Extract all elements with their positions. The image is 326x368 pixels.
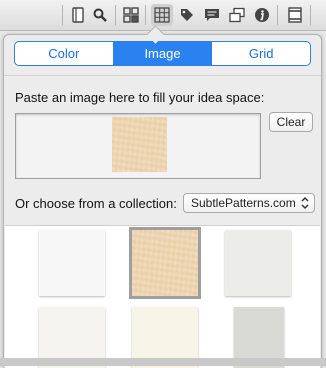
chevron-up-down-icon: [301, 196, 309, 210]
image-drop-well[interactable]: [15, 113, 261, 179]
divider: [4, 75, 321, 76]
collection-label: Or choose from a collection:: [15, 196, 177, 211]
toolbar-separator: [277, 5, 278, 25]
pattern-tile[interactable]: [39, 230, 105, 296]
top-toolbar: [0, 0, 326, 31]
info-icon[interactable]: [251, 4, 273, 26]
paste-image-label: Paste an image here to fill your idea sp…: [15, 90, 265, 105]
collection-select[interactable]: SubtlePatterns.com: [183, 193, 315, 213]
clear-button[interactable]: Clear: [269, 112, 313, 132]
background-popover: Color Image Grid Paste an image here to …: [3, 34, 322, 368]
table-grid-icon[interactable]: [151, 4, 173, 26]
comment-icon[interactable]: [201, 4, 223, 26]
background-type-segmented-control: Color Image Grid: [14, 41, 311, 66]
toolbar-separator: [115, 5, 116, 25]
pattern-tile[interactable]: [225, 230, 291, 296]
pattern-tile-selected[interactable]: [129, 227, 201, 299]
tag-icon[interactable]: [176, 4, 198, 26]
tab-grid[interactable]: Grid: [212, 42, 310, 65]
search-icon[interactable]: [89, 4, 111, 26]
windows-icon[interactable]: [226, 4, 248, 26]
bottom-edge: [0, 358, 326, 366]
tab-color[interactable]: Color: [15, 42, 114, 65]
grid-view-icon[interactable]: [120, 4, 142, 26]
tab-image[interactable]: Image: [113, 42, 213, 65]
inspector-icon[interactable]: [284, 4, 306, 26]
toolbar-separator: [145, 5, 146, 25]
toolbar-separator: [310, 5, 311, 25]
current-image-preview: [112, 117, 167, 172]
document-icon[interactable]: [67, 4, 89, 26]
collection-select-value: SubtlePatterns.com: [191, 196, 296, 210]
toolbar-separator: [62, 5, 63, 25]
pattern-collection-grid: [5, 225, 320, 368]
